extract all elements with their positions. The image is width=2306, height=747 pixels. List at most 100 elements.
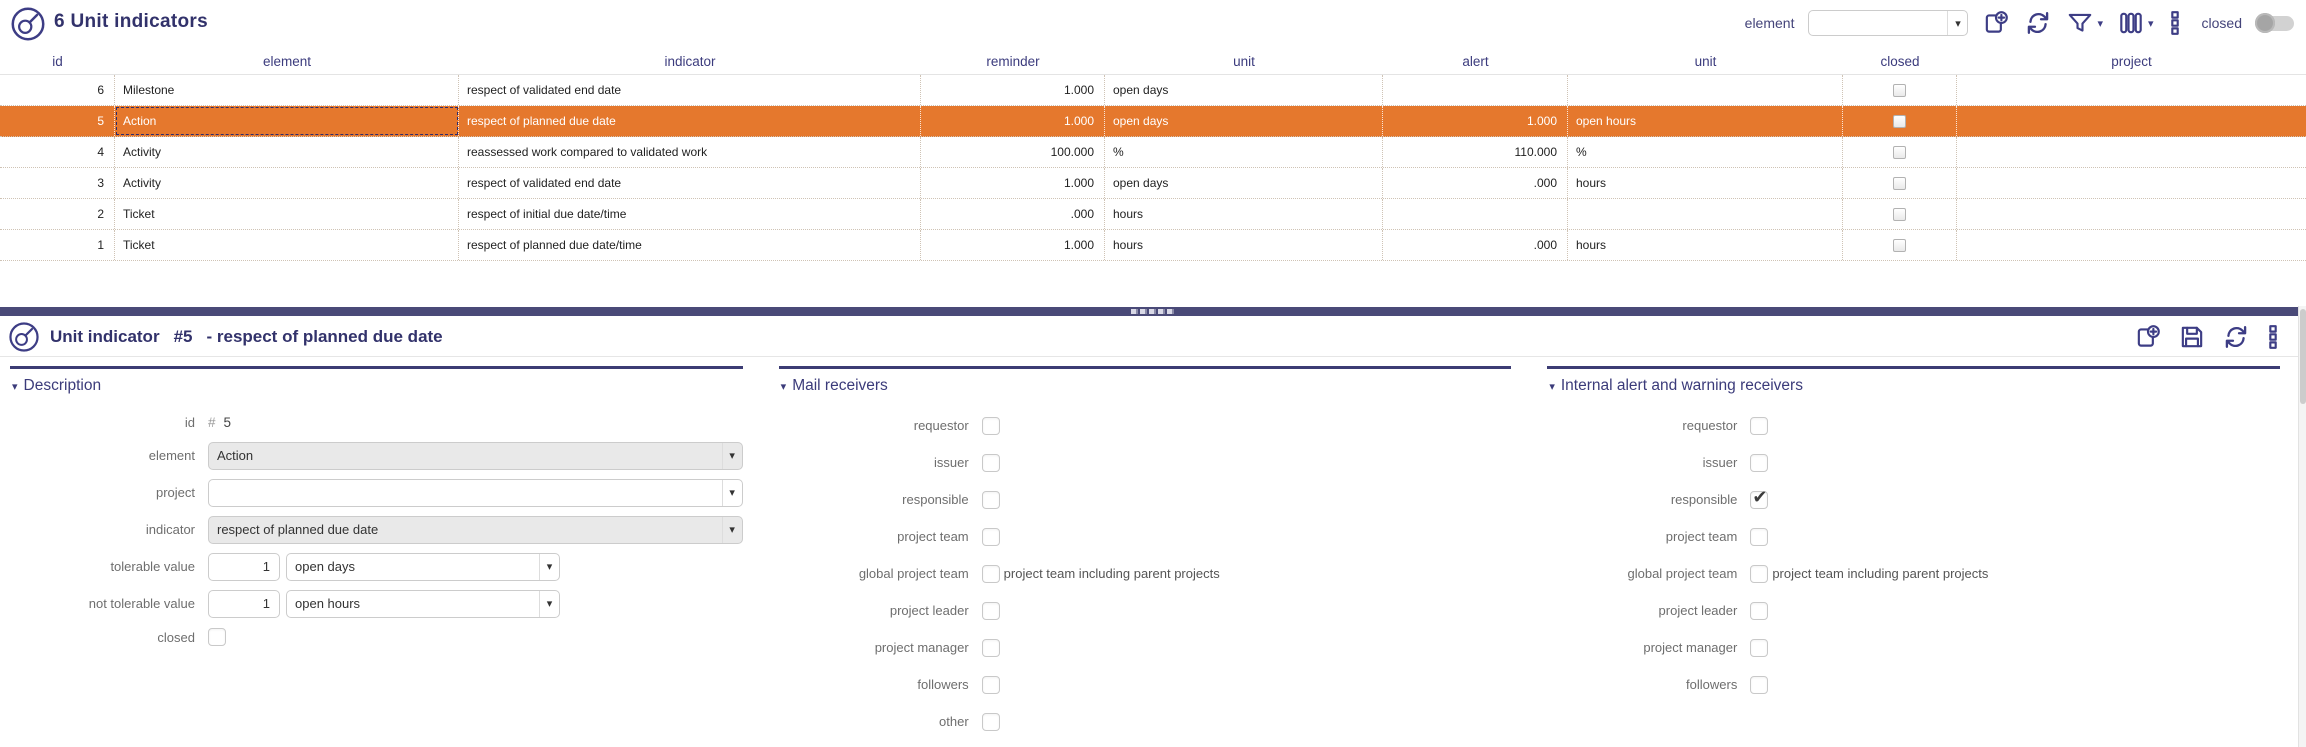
indicator-row: indicator respect of planned due date bbox=[10, 511, 743, 548]
receiver-checkbox[interactable] bbox=[982, 713, 1000, 731]
receiver-checkbox[interactable] bbox=[982, 565, 1000, 583]
save-button[interactable] bbox=[2178, 323, 2206, 351]
receiver-row: project manager bbox=[779, 629, 1512, 666]
internal-receivers-section: Internal alert and warning receivers req… bbox=[1547, 366, 2280, 740]
receiver-row: issuer bbox=[1547, 444, 2280, 481]
add-indicator-button[interactable] bbox=[2134, 323, 2162, 351]
receiver-checkbox[interactable] bbox=[982, 528, 1000, 546]
chevron-down-icon[interactable] bbox=[722, 480, 742, 506]
cell-closed bbox=[1843, 199, 1957, 229]
chevron-down-icon[interactable] bbox=[539, 591, 559, 617]
cell-alert bbox=[1383, 75, 1568, 105]
more-menu-icon[interactable] bbox=[2266, 323, 2280, 351]
receiver-checkbox[interactable] bbox=[982, 639, 1000, 657]
col-header-indicator[interactable]: indicator bbox=[459, 54, 921, 69]
closed-checkbox[interactable] bbox=[1893, 239, 1906, 252]
element-filter-label: element bbox=[1745, 15, 1795, 31]
closed-checkbox[interactable] bbox=[1893, 208, 1906, 221]
closed-checkbox[interactable] bbox=[1893, 177, 1906, 190]
internal-receivers-section-title[interactable]: Internal alert and warning receivers bbox=[1547, 369, 2280, 407]
receiver-checkbox[interactable] bbox=[1750, 565, 1768, 583]
receiver-checkbox[interactable] bbox=[982, 454, 1000, 472]
closed-checkbox[interactable] bbox=[1893, 146, 1906, 159]
col-header-unit[interactable]: unit bbox=[1105, 54, 1383, 69]
receiver-row: project team bbox=[779, 518, 1512, 555]
element-select[interactable]: Action bbox=[208, 442, 743, 470]
chevron-down-icon[interactable] bbox=[722, 443, 742, 469]
col-header-closed[interactable]: closed bbox=[1843, 54, 1957, 69]
table-row[interactable]: 5 Action respect of planned due date 1.0… bbox=[0, 106, 2306, 137]
receiver-label: responsible bbox=[779, 492, 969, 507]
closed-toggle[interactable] bbox=[2256, 16, 2294, 31]
detail-scrollbar[interactable] bbox=[2298, 306, 2306, 747]
closed-checkbox[interactable] bbox=[1893, 84, 1906, 97]
closed-checkbox[interactable] bbox=[1893, 115, 1906, 128]
cell-element: Action bbox=[115, 106, 459, 136]
receiver-row: global project team project team includi… bbox=[779, 555, 1512, 592]
receiver-checkbox[interactable] bbox=[1750, 491, 1768, 509]
tolerable-value-label: tolerable value bbox=[10, 559, 195, 574]
receiver-checkbox[interactable] bbox=[1750, 602, 1768, 620]
table-row[interactable]: 1 Ticket respect of planned due date/tim… bbox=[0, 230, 2306, 261]
chevron-down-icon[interactable] bbox=[1947, 11, 1967, 35]
internal-receivers-list: requestor issuer responsible project tea… bbox=[1547, 407, 2280, 703]
cell-alert: 1.000 bbox=[1383, 106, 1568, 136]
col-header-unit2[interactable]: unit bbox=[1568, 54, 1843, 69]
add-indicator-button[interactable] bbox=[1982, 9, 2010, 37]
col-header-alert[interactable]: alert bbox=[1383, 54, 1568, 69]
receiver-label: issuer bbox=[779, 455, 969, 470]
cell-id: 2 bbox=[0, 199, 115, 229]
refresh-icon[interactable] bbox=[2024, 9, 2052, 37]
table-row[interactable]: 6 Milestone respect of validated end dat… bbox=[0, 75, 2306, 106]
receiver-checkbox[interactable] bbox=[982, 602, 1000, 620]
not-tolerable-value-input[interactable] bbox=[208, 590, 280, 618]
receiver-note: project team including parent projects bbox=[1004, 566, 1512, 581]
project-select[interactable] bbox=[208, 479, 743, 507]
cell-unit2: % bbox=[1568, 137, 1843, 167]
receiver-checkbox[interactable] bbox=[1750, 417, 1768, 435]
receiver-checkbox[interactable] bbox=[982, 417, 1000, 435]
description-section-title[interactable]: Description bbox=[10, 369, 743, 407]
gauge-icon bbox=[8, 321, 40, 358]
cell-element: Activity bbox=[115, 168, 459, 198]
refresh-icon[interactable] bbox=[2222, 323, 2250, 351]
cell-unit: open days bbox=[1105, 75, 1383, 105]
closed-checkbox[interactable] bbox=[208, 628, 226, 646]
receiver-checkbox[interactable] bbox=[982, 676, 1000, 694]
panel-splitter[interactable] bbox=[0, 307, 2306, 316]
columns-icon[interactable] bbox=[2117, 9, 2154, 37]
table-row[interactable]: 4 Activity reassessed work compared to v… bbox=[0, 137, 2306, 168]
receiver-checkbox[interactable] bbox=[982, 491, 1000, 509]
filter-icon[interactable] bbox=[2066, 9, 2103, 37]
tolerable-unit-select[interactable]: open days bbox=[286, 553, 560, 581]
chevron-down-icon[interactable] bbox=[539, 554, 559, 580]
cell-unit2: open hours bbox=[1568, 106, 1843, 136]
col-header-reminder[interactable]: reminder bbox=[921, 54, 1105, 69]
chevron-down-icon[interactable] bbox=[722, 517, 742, 543]
receiver-checkbox[interactable] bbox=[1750, 528, 1768, 546]
cell-alert: 110.000 bbox=[1383, 137, 1568, 167]
tolerable-value-input[interactable] bbox=[208, 553, 280, 581]
col-header-project[interactable]: project bbox=[1957, 54, 2306, 69]
more-menu-icon[interactable] bbox=[2168, 9, 2182, 37]
toggle-knob[interactable] bbox=[2255, 13, 2275, 33]
cell-reminder: .000 bbox=[921, 199, 1105, 229]
table-row[interactable]: 3 Activity respect of validated end date… bbox=[0, 168, 2306, 199]
indicator-select[interactable]: respect of planned due date bbox=[208, 516, 743, 544]
receiver-label: project team bbox=[1547, 529, 1737, 544]
cell-unit: open days bbox=[1105, 106, 1383, 136]
scrollbar-thumb[interactable] bbox=[2300, 309, 2306, 404]
not-tolerable-unit-select[interactable]: open hours bbox=[286, 590, 560, 618]
table-row[interactable]: 2 Ticket respect of initial due date/tim… bbox=[0, 199, 2306, 230]
receiver-checkbox[interactable] bbox=[1750, 454, 1768, 472]
col-header-element[interactable]: element bbox=[115, 54, 459, 69]
mail-receivers-section-title[interactable]: Mail receivers bbox=[779, 369, 1512, 407]
col-header-id[interactable]: id bbox=[0, 54, 115, 69]
cell-alert: .000 bbox=[1383, 230, 1568, 260]
mail-receivers-section: Mail receivers requestor issuer responsi… bbox=[779, 366, 1512, 740]
receiver-checkbox[interactable] bbox=[1750, 676, 1768, 694]
receiver-row: project manager bbox=[1547, 629, 2280, 666]
receiver-checkbox[interactable] bbox=[1750, 639, 1768, 657]
element-filter-select[interactable] bbox=[1808, 10, 1968, 36]
splitter-grip-icon[interactable] bbox=[1131, 309, 1175, 314]
